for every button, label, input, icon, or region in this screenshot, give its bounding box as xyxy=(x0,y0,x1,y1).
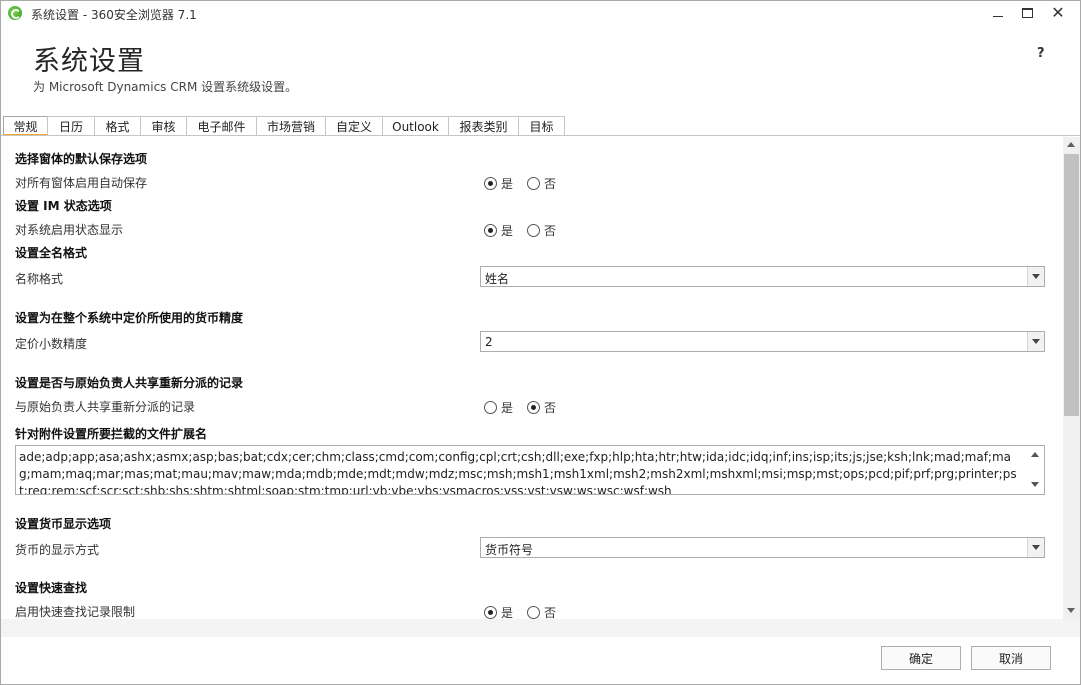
im-label: 对系统启用状态显示 xyxy=(15,223,124,237)
browser-logo-icon xyxy=(8,6,22,20)
tab-outlook[interactable]: Outlook xyxy=(382,116,449,136)
currency-display-value: 货币符号 xyxy=(485,543,534,557)
close-button[interactable]: ✕ xyxy=(1041,1,1075,25)
blocked-extensions-textarea[interactable]: ade;adp;app;asa;ashx;asmx;asp;bas;bat;cd… xyxy=(15,445,1045,495)
chevron-down-icon[interactable] xyxy=(1027,538,1044,557)
tab-calendar[interactable]: 日历 xyxy=(47,116,95,136)
reassign-no-label: 否 xyxy=(544,401,557,415)
im-radio-group: 是 否 xyxy=(484,222,570,239)
quickfind-yes-radio[interactable] xyxy=(484,606,497,619)
reassign-yes-radio[interactable] xyxy=(484,401,497,414)
textarea-scrollbar[interactable] xyxy=(1027,446,1044,494)
autosave-no-radio[interactable] xyxy=(527,177,541,190)
currency-display-select[interactable]: 货币符号 xyxy=(480,537,1045,558)
fullname-label: 名称格式 xyxy=(15,272,64,286)
reassign-label: 与原始负责人共享重新分派的记录 xyxy=(15,400,196,414)
settings-tabs: 常规 日历 格式 审核 电子邮件 市场营销 自定义 Outlook 报表类别 目… xyxy=(3,116,565,136)
close-icon: ✕ xyxy=(1051,3,1065,22)
autosave-radio-group: 是 否 xyxy=(484,175,570,192)
im-yes-label: 是 xyxy=(501,224,514,238)
tab-formats[interactable]: 格式 xyxy=(94,116,141,136)
autosave-label: 对所有窗体启用自动保存 xyxy=(15,176,148,190)
section-heading-im: 设置 IM 状态选项 xyxy=(15,199,112,213)
section-heading-autosave: 选择窗体的默认保存选项 xyxy=(15,152,148,166)
im-yes-radio[interactable] xyxy=(484,224,497,237)
blocked-extensions-value: ade;adp;app;asa;ashx;asmx;asp;bas;bat;cd… xyxy=(19,450,1017,495)
autosave-yes-radio[interactable] xyxy=(484,177,497,190)
window-title: 系统设置 - 360安全浏览器 7.1 xyxy=(31,8,197,22)
ok-button[interactable]: 确定 xyxy=(881,646,961,670)
tab-auditing[interactable]: 审核 xyxy=(140,116,187,136)
scrollbar-thumb[interactable] xyxy=(1064,154,1079,416)
tab-report-categories[interactable]: 报表类别 xyxy=(448,116,519,136)
tab-customization[interactable]: 自定义 xyxy=(325,116,383,136)
tab-goals[interactable]: 目标 xyxy=(518,116,565,136)
fullname-format-value: 姓名 xyxy=(485,272,510,286)
page-subtitle: 为 Microsoft Dynamics CRM 设置系统级设置。 xyxy=(33,80,298,94)
settings-content: 选择窗体的默认保存选项 对所有窗体启用自动保存 是 否 设置 IM 状态选项 对… xyxy=(1,137,1063,619)
page-title: 系统设置 xyxy=(33,46,145,77)
maximize-button[interactable] xyxy=(1010,1,1044,25)
pricing-precision-value: 2 xyxy=(485,335,493,349)
quickfind-radio-group: 是 否 xyxy=(484,604,570,619)
im-no-label: 否 xyxy=(544,224,557,238)
reassign-radio-group: 是 否 xyxy=(484,399,570,416)
section-heading-reassign: 设置是否与原始负责人共享重新分派的记录 xyxy=(15,376,244,390)
quickfind-label: 启用快速查找记录限制 xyxy=(15,605,136,619)
title-bar: 系统设置 - 360安全浏览器 7.1 ✕ xyxy=(1,1,1080,25)
reassign-no-radio[interactable] xyxy=(527,401,541,414)
section-heading-quickfind: 设置快速查找 xyxy=(15,581,88,595)
scroll-up-icon[interactable] xyxy=(1031,452,1039,457)
pricing-precision-select[interactable]: 2 xyxy=(480,331,1045,352)
browser-window: 系统设置 - 360安全浏览器 7.1 ✕ 系统设置 为 Microsoft D… xyxy=(0,0,1081,685)
quickfind-yes-label: 是 xyxy=(501,606,514,619)
scroll-down-icon[interactable] xyxy=(1067,608,1075,613)
tab-general[interactable]: 常规 xyxy=(3,116,48,136)
help-button[interactable]: ? xyxy=(1037,46,1045,61)
tab-divider xyxy=(1,135,1080,136)
autosave-no-label: 否 xyxy=(544,177,557,191)
im-no-radio[interactable] xyxy=(527,224,541,237)
section-heading-fullname: 设置全名格式 xyxy=(15,246,88,260)
minimize-icon xyxy=(993,15,1003,17)
maximize-icon xyxy=(1021,8,1033,18)
reassign-yes-label: 是 xyxy=(501,401,514,415)
scroll-up-icon[interactable] xyxy=(1067,142,1075,147)
section-heading-currency-precision: 设置为在整个系统中定价所使用的货币精度 xyxy=(15,311,244,325)
quickfind-no-radio[interactable] xyxy=(527,606,541,619)
section-heading-currency-display: 设置货币显示选项 xyxy=(15,517,112,531)
quickfind-no-label: 否 xyxy=(544,606,557,619)
section-heading-attachments: 针对附件设置所要拦截的文件扩展名 xyxy=(15,427,208,441)
chevron-down-icon[interactable] xyxy=(1027,332,1044,351)
content-scrollbar[interactable] xyxy=(1063,137,1080,619)
cancel-button[interactable]: 取消 xyxy=(971,646,1051,670)
tab-email[interactable]: 电子邮件 xyxy=(186,116,257,136)
pricing-precision-label: 定价小数精度 xyxy=(15,337,88,351)
currency-display-label: 货币的显示方式 xyxy=(15,543,100,557)
footer-divider xyxy=(1,619,1080,637)
tab-marketing[interactable]: 市场营销 xyxy=(256,116,326,136)
autosave-yes-label: 是 xyxy=(501,177,514,191)
fullname-format-select[interactable]: 姓名 xyxy=(480,266,1045,287)
scroll-down-icon[interactable] xyxy=(1031,482,1039,487)
chevron-down-icon[interactable] xyxy=(1027,267,1044,286)
